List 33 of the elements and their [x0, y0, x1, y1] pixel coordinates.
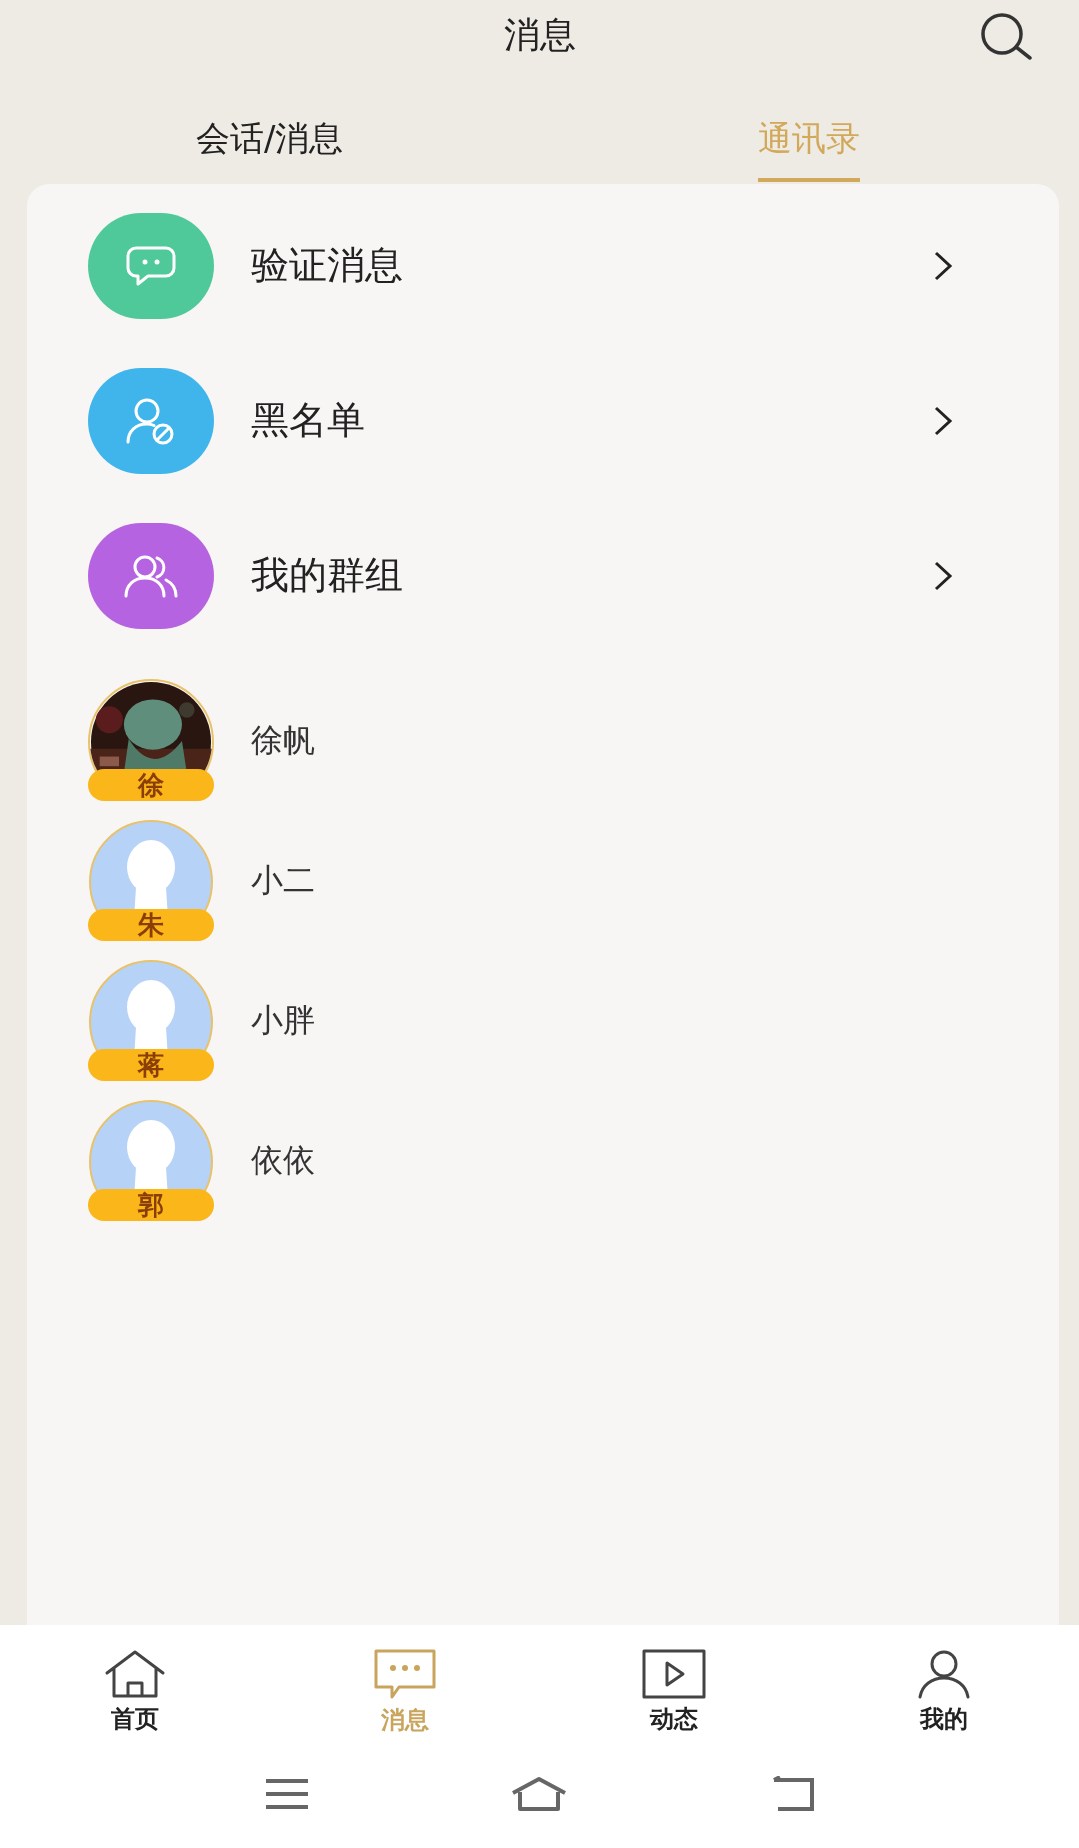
nav-tab[interactable]: 首页 [0, 1625, 270, 1760]
search-icon[interactable] [978, 12, 1034, 62]
play-icon [642, 1648, 707, 1699]
home-icon [103, 1648, 166, 1699]
tab[interactable]: 会话/消息 [196, 70, 344, 184]
page-title: 消息 [503, 13, 576, 57]
contact-item[interactable]: 朱 小二 [27, 810, 1059, 950]
nav-tab[interactable]: 我的 [809, 1625, 1079, 1760]
surname-badge: 徐 [88, 769, 214, 801]
contact-name: 徐帆 [251, 720, 315, 761]
home-icon[interactable] [509, 1776, 568, 1812]
menu-item[interactable]: 我的群组 [27, 498, 1059, 653]
menu-label: 验证消息 [251, 242, 404, 289]
chevron-right-icon [933, 559, 953, 592]
person-icon [917, 1648, 972, 1699]
menu-label: 黑名单 [251, 397, 366, 444]
menu-item[interactable]: 黑名单 [27, 343, 1059, 498]
contact-name: 小二 [251, 860, 315, 901]
menu-icon[interactable] [263, 1777, 310, 1811]
chevron-right-icon [933, 404, 953, 437]
surname-badge: 朱 [88, 909, 214, 941]
contact-item[interactable]: 徐 徐帆 [27, 670, 1059, 810]
contact-name: 小胖 [251, 1000, 315, 1041]
contact-item[interactable]: 蒋 小胖 [27, 950, 1059, 1090]
contact-item[interactable]: 郭 依依 [27, 1090, 1059, 1230]
menu-label: 我的群组 [251, 552, 404, 599]
contact-name: 依依 [251, 1140, 315, 1181]
chevron-right-icon [933, 249, 953, 282]
surname-badge: 郭 [88, 1189, 214, 1221]
chat-bubble-icon [372, 1647, 437, 1700]
surname-badge: 蒋 [88, 1049, 214, 1081]
menu-item[interactable]: 验证消息 [27, 188, 1059, 343]
nav-tab[interactable]: 动态 [539, 1625, 810, 1760]
